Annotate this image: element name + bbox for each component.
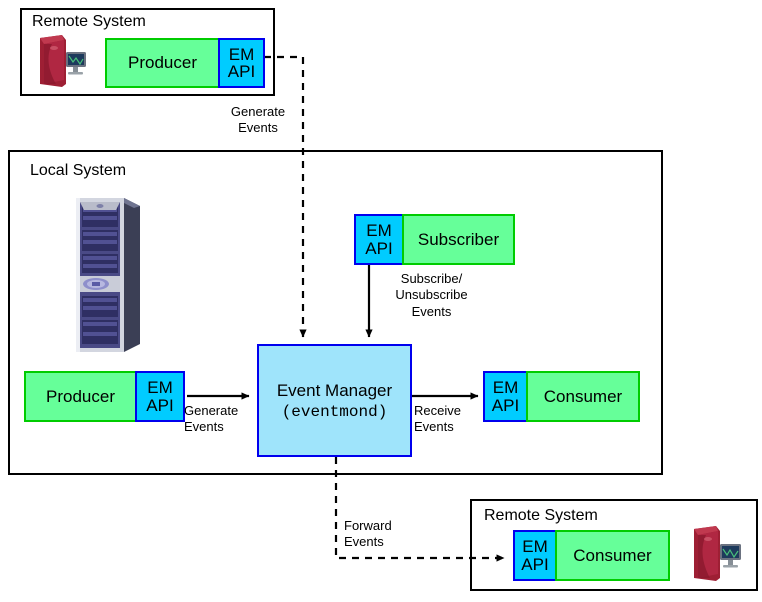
remote-workstation-bottom-icon [686,522,748,584]
em-api-label-line2: API [146,395,174,415]
remote-consumer-em-api-box[interactable]: EM API [513,530,557,581]
em-api-label-line1: EM [228,44,255,64]
event-manager-process-name: (eventmond) [281,402,388,421]
label-local-generate-events: Generate Events [184,403,239,435]
label-subscribe-events: Subscribe/ Unsubscribe Events [395,271,468,319]
em-api-label-line1: EM [147,378,173,398]
em-api-label-line2: API [521,554,549,574]
remote-system-top-title: Remote System [32,13,146,30]
em-api-label-line2: API [491,395,520,415]
label-remote-generate-events: Generate Events [230,104,286,136]
local-server-icon [62,192,148,358]
em-api-label-line2: API [365,238,393,258]
remote-consumer-box[interactable]: Consumer [555,530,670,581]
local-producer-em-api-box[interactable]: EM API [135,371,185,422]
subscriber-box[interactable]: Subscriber [402,214,515,265]
label-forward-events: Forward Events [344,518,392,550]
local-producer-box[interactable]: Producer [24,371,137,422]
event-manager-box[interactable]: Event Manager (eventmond) [257,344,412,457]
subscriber-em-api-box[interactable]: EM API [354,214,404,265]
em-api-label-line2: API [227,62,256,81]
remote-system-bottom-title: Remote System [484,507,598,524]
em-api-label-line1: EM [492,378,519,398]
remote-producer-box[interactable]: Producer [105,38,220,88]
event-manager-title: Event Manager [276,380,393,400]
local-consumer-box[interactable]: Consumer [526,371,640,422]
local-system-title: Local System [30,162,127,179]
em-api-label-line1: EM [522,537,548,557]
remote-workstation-top-icon [32,32,94,90]
remote-producer-em-api-box[interactable]: EM API [218,38,265,88]
label-receive-events: Receive Events [414,403,461,435]
em-api-label-line1: EM [366,221,392,241]
event-manager-architecture-diagram: Remote System Producer EM API Generate E… [0,0,762,602]
local-consumer-em-api-box[interactable]: EM API [483,371,528,422]
